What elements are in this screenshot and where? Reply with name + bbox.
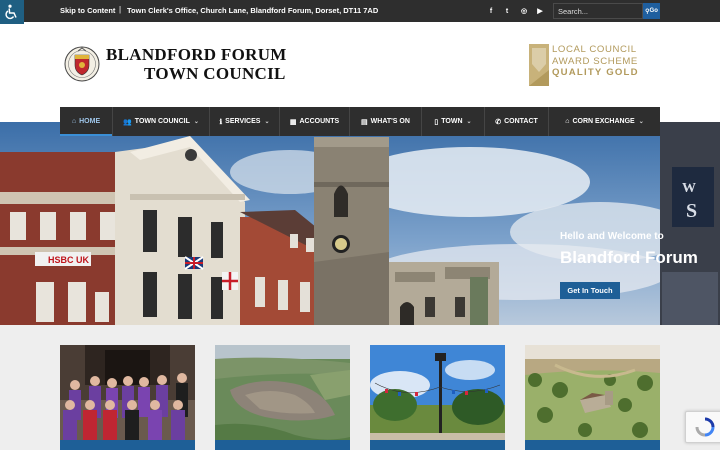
calculator-icon: ▦ <box>289 118 297 126</box>
quality-gold-award: LOCAL COUNCIL AWARD SCHEME QUALITY GOLD <box>529 44 654 88</box>
search-input[interactable] <box>553 3 643 19</box>
card-footer-bar <box>215 440 350 450</box>
nav-item-whats-on[interactable]: ▤ WHAT'S ON <box>350 107 422 136</box>
award-line3: QUALITY GOLD <box>552 67 639 78</box>
hero-welcome-text: Hello and Welcome to <box>560 231 664 242</box>
nav-item-services[interactable]: ℹ SERVICES ⌄ <box>210 107 280 136</box>
award-line1: LOCAL COUNCIL <box>552 44 637 55</box>
chevron-down-icon: ⌄ <box>264 119 270 125</box>
card-footer-bar <box>370 440 505 450</box>
nav-item-accounts[interactable]: ▦ ACCOUNTS <box>280 107 350 136</box>
recaptcha-badge[interactable] <box>685 411 720 443</box>
search-button[interactable]: ⚲ Go <box>643 3 660 19</box>
nav-item-corn-exchange[interactable]: ⌂ CORN EXCHANGE ⌄ <box>549 107 660 136</box>
feature-card-town-square[interactable] <box>370 345 505 450</box>
facebook-icon[interactable]: f <box>484 4 498 18</box>
office-address: Town Clerk's Office, Church Lane, Blandf… <box>127 6 379 15</box>
nav-item-label: CORN EXCHANGE <box>572 118 635 125</box>
feature-card-church[interactable] <box>525 345 660 450</box>
info-icon: ℹ <box>219 118 223 126</box>
skip-to-content-link[interactable]: Skip to Content <box>60 6 115 15</box>
nav-item-label: HOME <box>79 118 101 125</box>
newspaper-icon: ▤ <box>361 118 368 126</box>
institution-icon: ⌂ <box>565 118 570 125</box>
home-icon: ⌂ <box>71 118 77 125</box>
nav-item-label: SERVICES <box>225 118 261 125</box>
wheelchair-icon <box>5 4 17 20</box>
aerial-town-photo <box>215 345 350 450</box>
town-square-photo <box>370 345 505 450</box>
topbar-separator: | <box>119 5 122 14</box>
search-button-label: Go <box>649 8 658 14</box>
award-ribbon-icon <box>529 44 549 86</box>
chevron-down-icon: ⌄ <box>638 119 644 125</box>
feature-card-aerial-view[interactable] <box>215 345 350 450</box>
phone-icon: ✆ <box>495 118 502 126</box>
nav-item-label: WHAT'S ON <box>370 118 410 125</box>
nav-item-contact[interactable]: ✆ CONTACT <box>485 107 549 136</box>
hero-title: Blandford Forum <box>560 248 698 267</box>
nav-item-label: CONTACT <box>504 118 538 125</box>
users-icon: 👥 <box>123 118 132 126</box>
nav-item-town[interactable]: ▯ TOWN ⌄ <box>422 107 485 136</box>
card-footer-bar <box>525 440 660 450</box>
building-icon: ▯ <box>434 118 439 126</box>
shop-sign-letters: W <box>682 181 696 196</box>
nav-item-town-council[interactable]: 👥 TOWN COUNCIL ⌄ <box>113 107 210 136</box>
hsbc-sign-text: HSBC UK <box>48 255 90 265</box>
nav-item-label: TOWN COUNCIL <box>134 118 190 125</box>
site-title-line1: BLANDFORD FORUM <box>106 45 287 64</box>
feature-card-councillors[interactable] <box>60 345 195 450</box>
get-in-touch-button[interactable]: Get In Touch <box>560 282 620 299</box>
recaptcha-icon <box>695 417 715 437</box>
chevron-down-icon: ⌄ <box>466 119 472 125</box>
youtube-icon[interactable]: ▶ <box>533 4 547 18</box>
accessibility-toggle[interactable] <box>0 0 24 24</box>
site-title-line2: TOWN COUNCIL <box>144 64 286 83</box>
nav-item-label: TOWN <box>441 118 463 125</box>
councillors-group-photo <box>60 345 195 450</box>
main-nav: ⌂ HOME 👥 TOWN COUNCIL ⌄ ℹ SERVICES ⌄ ▦ A… <box>60 107 660 136</box>
shop-sign-letter-s: S <box>686 200 697 222</box>
nav-item-label: ACCOUNTS <box>299 118 340 125</box>
card-footer-bar <box>60 440 195 450</box>
church-aerial-photo <box>525 345 660 450</box>
top-bar: Skip to Content | Town Clerk's Office, C… <box>0 0 720 22</box>
twitter-icon[interactable]: t <box>500 4 514 18</box>
site-title[interactable]: BLANDFORD FORUM TOWN COUNCIL <box>106 45 287 83</box>
nav-item-home[interactable]: ⌂ HOME <box>60 107 113 136</box>
instagram-icon[interactable]: ◎ <box>517 4 531 18</box>
council-crest-logo[interactable] <box>64 46 100 82</box>
chevron-down-icon: ⌄ <box>193 119 199 125</box>
award-line2: AWARD SCHEME <box>552 55 638 67</box>
